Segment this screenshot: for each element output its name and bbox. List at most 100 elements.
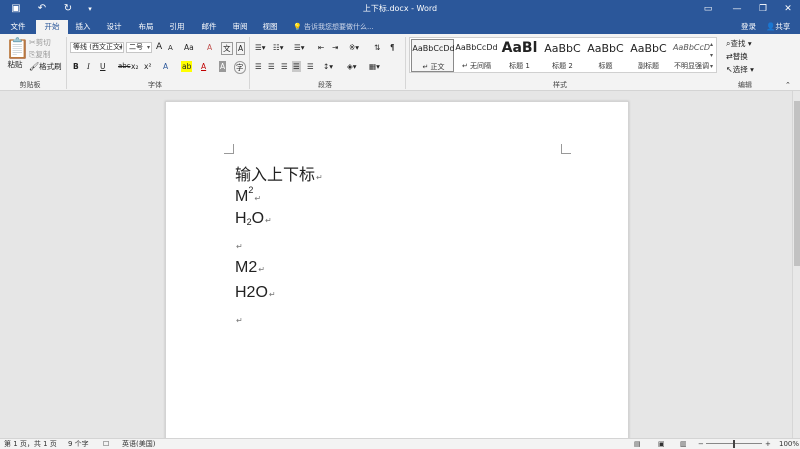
change-case-button[interactable]: Aa (184, 42, 194, 53)
doc-heading[interactable]: 输入上下标↵ (235, 161, 323, 185)
highlight-icon[interactable]: ab (181, 61, 193, 72)
close-button[interactable]: ✕ (777, 2, 799, 16)
page-count[interactable]: 第 1 页，共 1 页 (4, 439, 57, 449)
tab-review[interactable]: 审阅 (227, 20, 253, 34)
doc-line-superscript[interactable]: M2↵ (235, 185, 261, 206)
format-painter-button[interactable]: 🖌格式刷 (29, 61, 62, 72)
borders-icon[interactable]: ▦▾ (369, 61, 380, 72)
justify-icon[interactable]: ☰ (292, 61, 301, 72)
show-marks-icon[interactable]: ¶ (390, 42, 395, 53)
style-subtitle[interactable]: AaBbC 副标题 (627, 39, 670, 72)
line-spacing-icon[interactable]: ↕▾ (323, 61, 333, 72)
doc-plain-line-1[interactable]: M2↵ (235, 259, 265, 277)
window-title: 上下标.docx - Word (362, 4, 438, 13)
bold-button[interactable]: B (73, 61, 79, 72)
multilevel-list-icon[interactable]: ☰▾ (294, 42, 305, 53)
style-no-spacing[interactable]: AaBbCcDd ↵ 无间隔 (455, 39, 498, 72)
grow-font-button[interactable]: A (156, 42, 162, 53)
decrease-indent-icon[interactable]: ⇤ (318, 42, 324, 53)
superscript-text: 2 (248, 185, 254, 195)
text-effects-icon[interactable]: A (163, 61, 168, 72)
style-normal[interactable]: AaBbCcDd ↵ 正文 (411, 39, 455, 72)
style-preview: AaBbC (630, 42, 667, 55)
font-group-label: 字体 (148, 81, 162, 89)
ribbon-display-options-button[interactable]: ▭ (697, 2, 719, 16)
tab-design[interactable]: 设计 (101, 20, 127, 34)
clear-formatting-icon[interactable]: A (207, 42, 212, 53)
font-size-select[interactable]: 二号 ▾ (126, 42, 152, 53)
enclosed-character-icon[interactable]: 字 (234, 61, 246, 74)
restore-button[interactable]: ❐ (752, 2, 774, 16)
style-heading-1[interactable]: AaBl 标题 1 (498, 39, 541, 72)
share-label: 共享 (775, 22, 791, 31)
font-name-select[interactable]: 等线 (西文正文) ▾ (70, 42, 124, 53)
font-name-value: 等线 (西文正文) (73, 43, 123, 51)
align-left-icon[interactable]: ☰ (255, 61, 262, 72)
zoom-in-icon[interactable]: + (765, 439, 771, 449)
numbering-icon[interactable]: ☷▾ (273, 42, 284, 53)
doc-plain-line-2[interactable]: H2O↵ (235, 284, 276, 302)
tab-view[interactable]: 视图 (257, 20, 283, 34)
share-button[interactable]: 👤共享 (766, 20, 790, 34)
print-layout-icon[interactable]: ▣ (658, 439, 665, 449)
zoom-level[interactable]: 100% (779, 439, 799, 449)
tab-mailings[interactable]: 邮件 (196, 20, 222, 34)
tab-file[interactable]: 文件 (4, 20, 32, 34)
select-button[interactable]: ↖选择 ▾ (726, 64, 754, 75)
style-title[interactable]: AaBbC 标题 (584, 39, 627, 72)
copy-button[interactable]: ⎘复制 (29, 49, 50, 60)
find-button[interactable]: ⌕查找 ▾ (726, 38, 752, 49)
style-heading-2[interactable]: AaBbC 标题 2 (541, 39, 584, 72)
paragraph-mark: ↵ (316, 173, 323, 182)
style-name: 不明显强调 (674, 62, 709, 70)
tell-me-box[interactable]: 💡 告诉我您想要做什么... (293, 20, 374, 34)
doc-empty-line[interactable]: ↵ (235, 310, 243, 328)
editing-group-label: 编辑 (738, 81, 752, 89)
shading-icon[interactable]: ◈▾ (347, 61, 357, 72)
tab-references[interactable]: 引用 (164, 20, 190, 34)
read-mode-icon[interactable]: ▤ (634, 439, 641, 449)
character-border-icon[interactable]: A (236, 42, 246, 55)
align-center-icon[interactable]: ☰ (268, 61, 275, 72)
distributed-icon[interactable]: ☰ (307, 61, 314, 72)
base-text: M (235, 188, 249, 205)
collapse-ribbon-icon[interactable]: ⌃ (785, 80, 791, 91)
language-indicator[interactable]: 英语(美国) (122, 439, 155, 449)
scrollbar-thumb[interactable] (794, 101, 800, 266)
font-color-icon[interactable]: A (201, 61, 206, 72)
cut-button[interactable]: ✂剪切 (29, 37, 51, 48)
doc-empty-line[interactable]: ↵ (235, 236, 243, 254)
zoom-out-icon[interactable]: − (698, 439, 704, 449)
vertical-scrollbar[interactable] (792, 91, 800, 438)
character-shading-icon[interactable]: A (219, 61, 227, 72)
tab-home[interactable]: 开始 (36, 20, 68, 34)
phonetic-guide-icon[interactable]: 文 (221, 42, 233, 55)
increase-indent-icon[interactable]: ⇥ (332, 42, 338, 53)
word-count[interactable]: 9 个字 (68, 439, 89, 449)
italic-button[interactable]: I (87, 61, 90, 72)
strikethrough-button[interactable]: abc (118, 61, 131, 72)
align-right-icon[interactable]: ☰ (281, 61, 288, 72)
proofing-icon[interactable]: ☐ (103, 439, 109, 449)
tab-insert[interactable]: 插入 (70, 20, 96, 34)
replace-button[interactable]: ⇄替换 (726, 51, 748, 62)
underline-button[interactable]: U (100, 61, 106, 72)
doc-line-subscript[interactable]: H2O↵ (235, 210, 272, 228)
minimize-button[interactable]: — (726, 2, 748, 16)
document-page[interactable]: 输入上下标↵ M2↵ H2O↵ ↵ M2↵ H2O↵ ↵ (165, 101, 629, 449)
shrink-font-button[interactable]: A (168, 43, 173, 54)
bullets-icon[interactable]: ☰▾ (255, 42, 266, 53)
paragraph-mark: ↵ (236, 316, 243, 325)
chinese-layout-icon[interactable]: ※▾ (349, 42, 359, 53)
web-layout-icon[interactable]: ▥ (680, 439, 687, 449)
gallery-scroll[interactable]: ▴ ▾ ▾ (710, 39, 716, 72)
zoom-slider-thumb[interactable] (733, 440, 735, 448)
style-preview: AaBbCcD (672, 43, 711, 52)
superscript-button[interactable]: x² (144, 61, 151, 72)
style-subtle-emphasis[interactable]: AaBbCcD 不明显强调 (670, 39, 713, 72)
sign-in-link[interactable]: 登录 (741, 20, 756, 34)
sort-icon[interactable]: ⇅ (374, 42, 380, 53)
paste-button[interactable]: 📋 粘贴 (5, 37, 30, 70)
subscript-button[interactable]: x₂ (131, 61, 138, 72)
tab-layout[interactable]: 布局 (133, 20, 159, 34)
